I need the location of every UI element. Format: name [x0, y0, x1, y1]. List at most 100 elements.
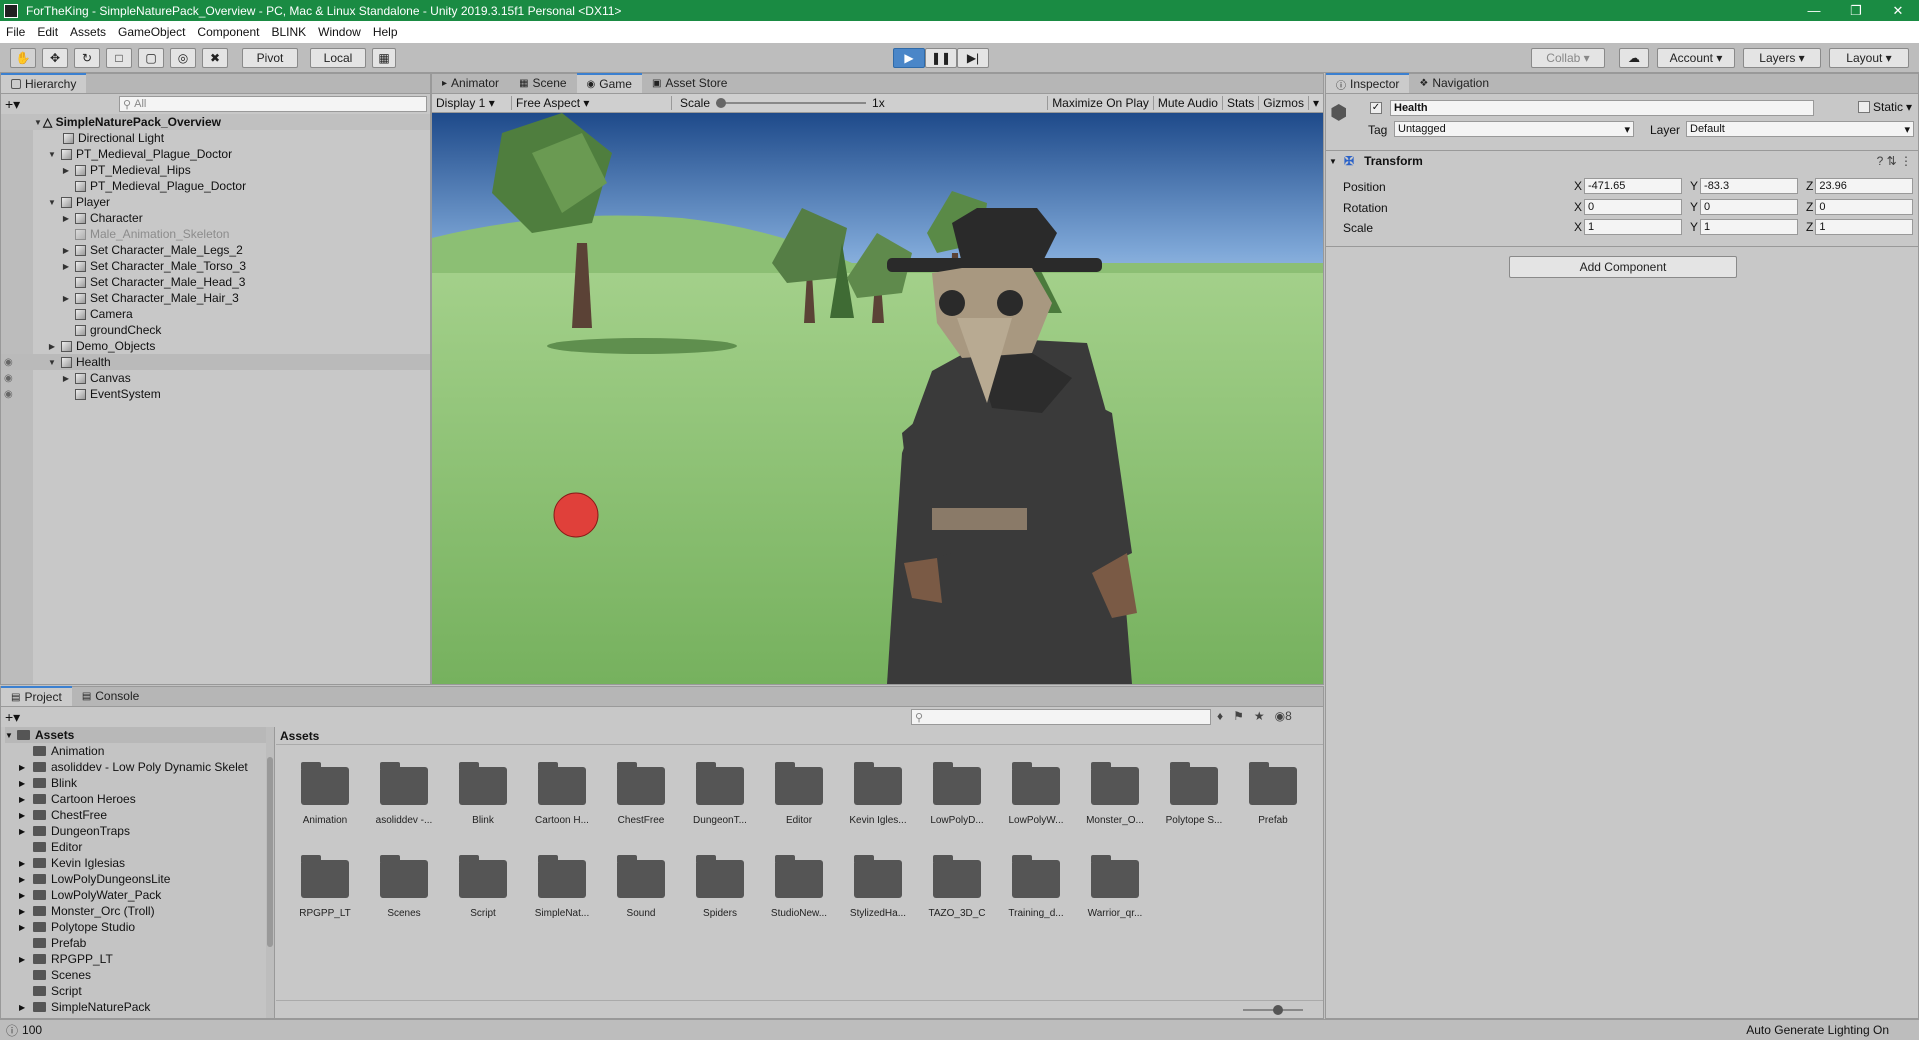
aspect-dropdown[interactable]: Free Aspect ▾ [512, 96, 672, 110]
scale-z-field[interactable]: 1 [1815, 219, 1914, 235]
asset-folder[interactable]: Prefab [1238, 762, 1308, 826]
tree-item[interactable]: Prefab [33, 935, 86, 951]
hierarchy-item[interactable]: ▶ PT_Medieval_Hips [1, 162, 430, 178]
scale-y-field[interactable]: 1 [1700, 219, 1799, 235]
transform-tool-icon[interactable]: ◎ [170, 48, 196, 68]
tab-asset-store[interactable]: ▣ Asset Store [642, 73, 737, 93]
tab-animator[interactable]: ▸ Animator [432, 73, 509, 93]
tree-item[interactable]: Editor [33, 839, 82, 855]
tab-navigation[interactable]: ❖ Navigation [1409, 73, 1499, 93]
account-dropdown[interactable]: Account ▾ [1657, 48, 1735, 68]
create-asset-button[interactable]: +▾ [5, 709, 20, 726]
asset-folder[interactable]: Sound [606, 855, 676, 919]
static-toggle[interactable]: Static ▾ [1858, 100, 1912, 114]
maximize-on-play-toggle[interactable]: Maximize On Play [1047, 96, 1153, 110]
rotation-z-field[interactable]: 0 [1815, 199, 1914, 215]
tree-item[interactable]: ▶ SimpleNaturePack [19, 999, 150, 1015]
menu-gameobject[interactable]: GameObject [112, 25, 191, 39]
hierarchy-item[interactable]: Camera [1, 306, 430, 322]
asset-folder[interactable]: DungeonT... [685, 762, 755, 826]
scale-slider[interactable] [716, 97, 867, 109]
transform-header[interactable]: ▼ ✠ Transform ? ⇅ ⋮ [1326, 152, 1918, 170]
gizmos-arrow-icon[interactable]: ▾ [1307, 96, 1323, 110]
scale-tool-icon[interactable]: □ [106, 48, 132, 68]
grid-snap-icon[interactable]: ▦ [372, 48, 396, 68]
hierarchy-item[interactable]: Set Character_Male_Head_3 [1, 274, 430, 290]
tree-item[interactable]: ▶ Monster_Orc (Troll) [19, 903, 155, 919]
minimize-icon[interactable]: — [1793, 3, 1835, 19]
pivot-button[interactable]: Pivot [242, 48, 298, 68]
asset-folder[interactable]: Animation [290, 762, 360, 826]
close-icon[interactable]: ✕ [1877, 3, 1919, 19]
project-search-input[interactable]: ⚲ [911, 709, 1211, 725]
tree-item[interactable]: ▶ Cartoon Heroes [19, 791, 136, 807]
asset-folder[interactable]: LowPolyD... [922, 762, 992, 826]
tab-hierarchy[interactable]: Hierarchy [1, 73, 87, 93]
component-options-icon[interactable]: ? ⇅ ⋮ [1877, 154, 1912, 168]
stats-toggle[interactable]: Stats [1221, 96, 1258, 110]
object-name-input[interactable]: Health [1390, 100, 1814, 116]
hierarchy-item[interactable]: ▶ Set Character_Male_Legs_2 [1, 242, 430, 258]
position-x-field[interactable]: -471.65 [1584, 178, 1683, 194]
visibility-icon[interactable]: ◉ [4, 357, 13, 368]
menu-file[interactable]: File [0, 25, 31, 39]
hierarchy-item[interactable]: Male_Animation_Skeleton [1, 226, 430, 242]
favorite-icon[interactable]: ★ [1254, 709, 1265, 723]
hierarchy-item[interactable]: groundCheck [1, 322, 430, 338]
asset-folder[interactable]: StylizedHa... [843, 855, 913, 919]
add-component-button[interactable]: Add Component [1509, 256, 1737, 278]
tree-item[interactable]: Animation [33, 743, 104, 759]
tree-item[interactable]: Scenes [33, 967, 91, 983]
position-y-field[interactable]: -83.3 [1700, 178, 1799, 194]
tag-dropdown[interactable]: Untagged ▾ [1394, 121, 1634, 137]
move-tool-icon[interactable]: ✥ [42, 48, 68, 68]
tree-scrollbar[interactable] [266, 727, 274, 1018]
tab-inspector[interactable]: ⓘ Inspector [1326, 73, 1410, 93]
hierarchy-item-selected[interactable]: ◉ ▼ Health [1, 354, 430, 370]
tab-console[interactable]: ▤ Console [72, 686, 149, 706]
restore-icon[interactable]: ❐ [1835, 3, 1877, 19]
tree-item[interactable]: ▶ ChestFree [19, 807, 107, 823]
asset-folder[interactable]: Editor [764, 762, 834, 826]
tree-item[interactable]: ▶ Polytope Studio [19, 919, 135, 935]
tree-item[interactable]: ▶ asoliddev - Low Poly Dynamic Skelet [19, 759, 248, 775]
hidden-packages-icon[interactable]: ◉8 [1275, 709, 1292, 723]
tree-item[interactable]: Script [33, 983, 82, 999]
asset-folder[interactable]: TAZO_3D_C [922, 855, 992, 919]
local-button[interactable]: Local [310, 48, 366, 68]
layers-dropdown[interactable]: Layers ▾ [1743, 48, 1821, 68]
hierarchy-item[interactable]: ◉ EventSystem [1, 386, 430, 402]
hand-tool-icon[interactable]: ✋ [10, 48, 36, 68]
rect-tool-icon[interactable]: ▢ [138, 48, 164, 68]
cloud-icon[interactable]: ☁ [1619, 48, 1649, 68]
filter-type-icon[interactable]: ♦ [1217, 709, 1223, 723]
asset-folder[interactable]: Kevin Igles... [843, 762, 913, 826]
pause-icon[interactable]: ❚❚ [925, 48, 957, 68]
asset-folder[interactable]: Blink [448, 762, 518, 826]
tree-item[interactable]: ▶ LowPolyDungeonsLite [19, 871, 170, 887]
menu-blink[interactable]: BLINK [265, 25, 312, 39]
position-z-field[interactable]: 23.96 [1815, 178, 1914, 194]
tree-item[interactable]: ▶ DungeonTraps [19, 823, 130, 839]
asset-folder[interactable]: Polytope S... [1159, 762, 1229, 826]
hierarchy-item[interactable]: ▼ PT_Medieval_Plague_Doctor [1, 146, 430, 162]
asset-folder[interactable]: SimpleNat... [527, 855, 597, 919]
menu-window[interactable]: Window [312, 25, 367, 39]
hierarchy-item[interactable]: PT_Medieval_Plague_Doctor [1, 178, 430, 194]
asset-folder[interactable]: Monster_O... [1080, 762, 1150, 826]
hierarchy-item[interactable]: ▶ Set Character_Male_Torso_3 [1, 258, 430, 274]
active-checkbox[interactable]: ✓ [1370, 102, 1382, 114]
tree-item[interactable]: ▶ Kevin Iglesias [19, 855, 125, 871]
hierarchy-item[interactable]: ▼ Player [1, 194, 430, 210]
display-dropdown[interactable]: Display 1 ▾ [432, 96, 512, 110]
collab-button[interactable]: Collab ▾ [1531, 48, 1605, 68]
tab-game[interactable]: ◉ Game [576, 73, 642, 93]
asset-folder[interactable]: ChestFree [606, 762, 676, 826]
tree-assets-root[interactable]: ▼ Assets [5, 727, 267, 743]
asset-folder[interactable]: Script [448, 855, 518, 919]
asset-folder[interactable]: Cartoon H... [527, 762, 597, 826]
tab-project[interactable]: ▤ Project [1, 686, 72, 706]
asset-folder[interactable]: LowPolyW... [1001, 762, 1071, 826]
layer-dropdown[interactable]: Default ▾ [1686, 121, 1914, 137]
breadcrumb-assets[interactable]: Assets [280, 729, 319, 743]
